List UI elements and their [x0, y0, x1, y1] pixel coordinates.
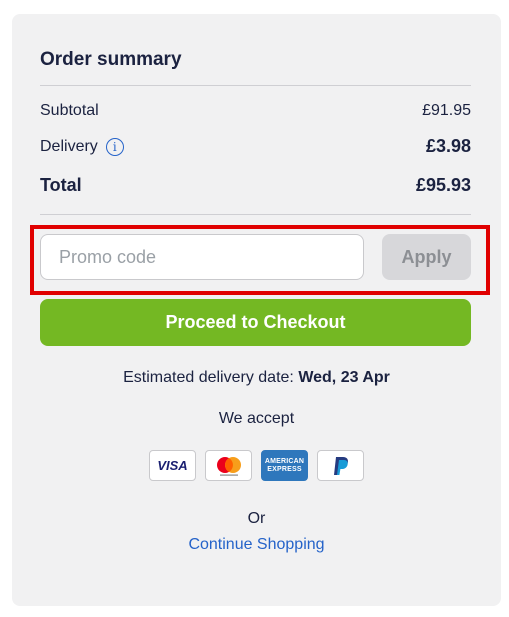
divider [40, 85, 471, 86]
delivery-value: £3.98 [425, 136, 471, 156]
proceed-to-checkout-button[interactable]: Proceed to Checkout [40, 299, 471, 346]
amex-wordmark: AMERICAN EXPRESS [264, 457, 305, 473]
delivery-label-group: Delivery i [40, 137, 124, 156]
visa-wordmark: VISA [157, 458, 188, 473]
total-label: Total [40, 175, 82, 195]
or-separator: Or [247, 510, 266, 527]
delivery-row: Delivery i £3.98 [40, 136, 471, 157]
amex-icon: AMERICAN EXPRESS [261, 450, 308, 481]
total-value: £95.93 [415, 175, 471, 195]
divider [40, 214, 471, 215]
order-summary-panel: Order summary Subtotal £91.95 Delivery i… [12, 14, 501, 606]
total-row: Total £95.93 [40, 175, 471, 196]
subtotal-label: Subtotal [40, 102, 99, 119]
visa-icon: VISA [149, 450, 196, 481]
mastercard-logo [216, 456, 241, 476]
payment-methods: VISA AMERICAN EXPRESS [12, 450, 501, 481]
subtotal-value: £91.95 [422, 102, 471, 119]
estimated-delivery-date: Wed, 23 Apr [298, 369, 390, 386]
paypal-icon [317, 450, 364, 481]
order-summary-title: Order summary [40, 49, 182, 70]
we-accept-heading: We accept [218, 410, 295, 427]
delivery-label: Delivery [40, 137, 98, 155]
subtotal-row: Subtotal £91.95 [40, 102, 471, 120]
estimated-delivery: Estimated delivery date: Wed, 23 Apr [12, 369, 501, 387]
mastercard-icon [205, 450, 252, 481]
promo-highlight-box [30, 225, 490, 295]
estimated-delivery-label: Estimated delivery date: [123, 369, 299, 386]
info-icon[interactable]: i [105, 137, 124, 156]
paypal-logo [333, 456, 348, 475]
continue-shopping-link[interactable]: Continue Shopping [12, 536, 501, 554]
